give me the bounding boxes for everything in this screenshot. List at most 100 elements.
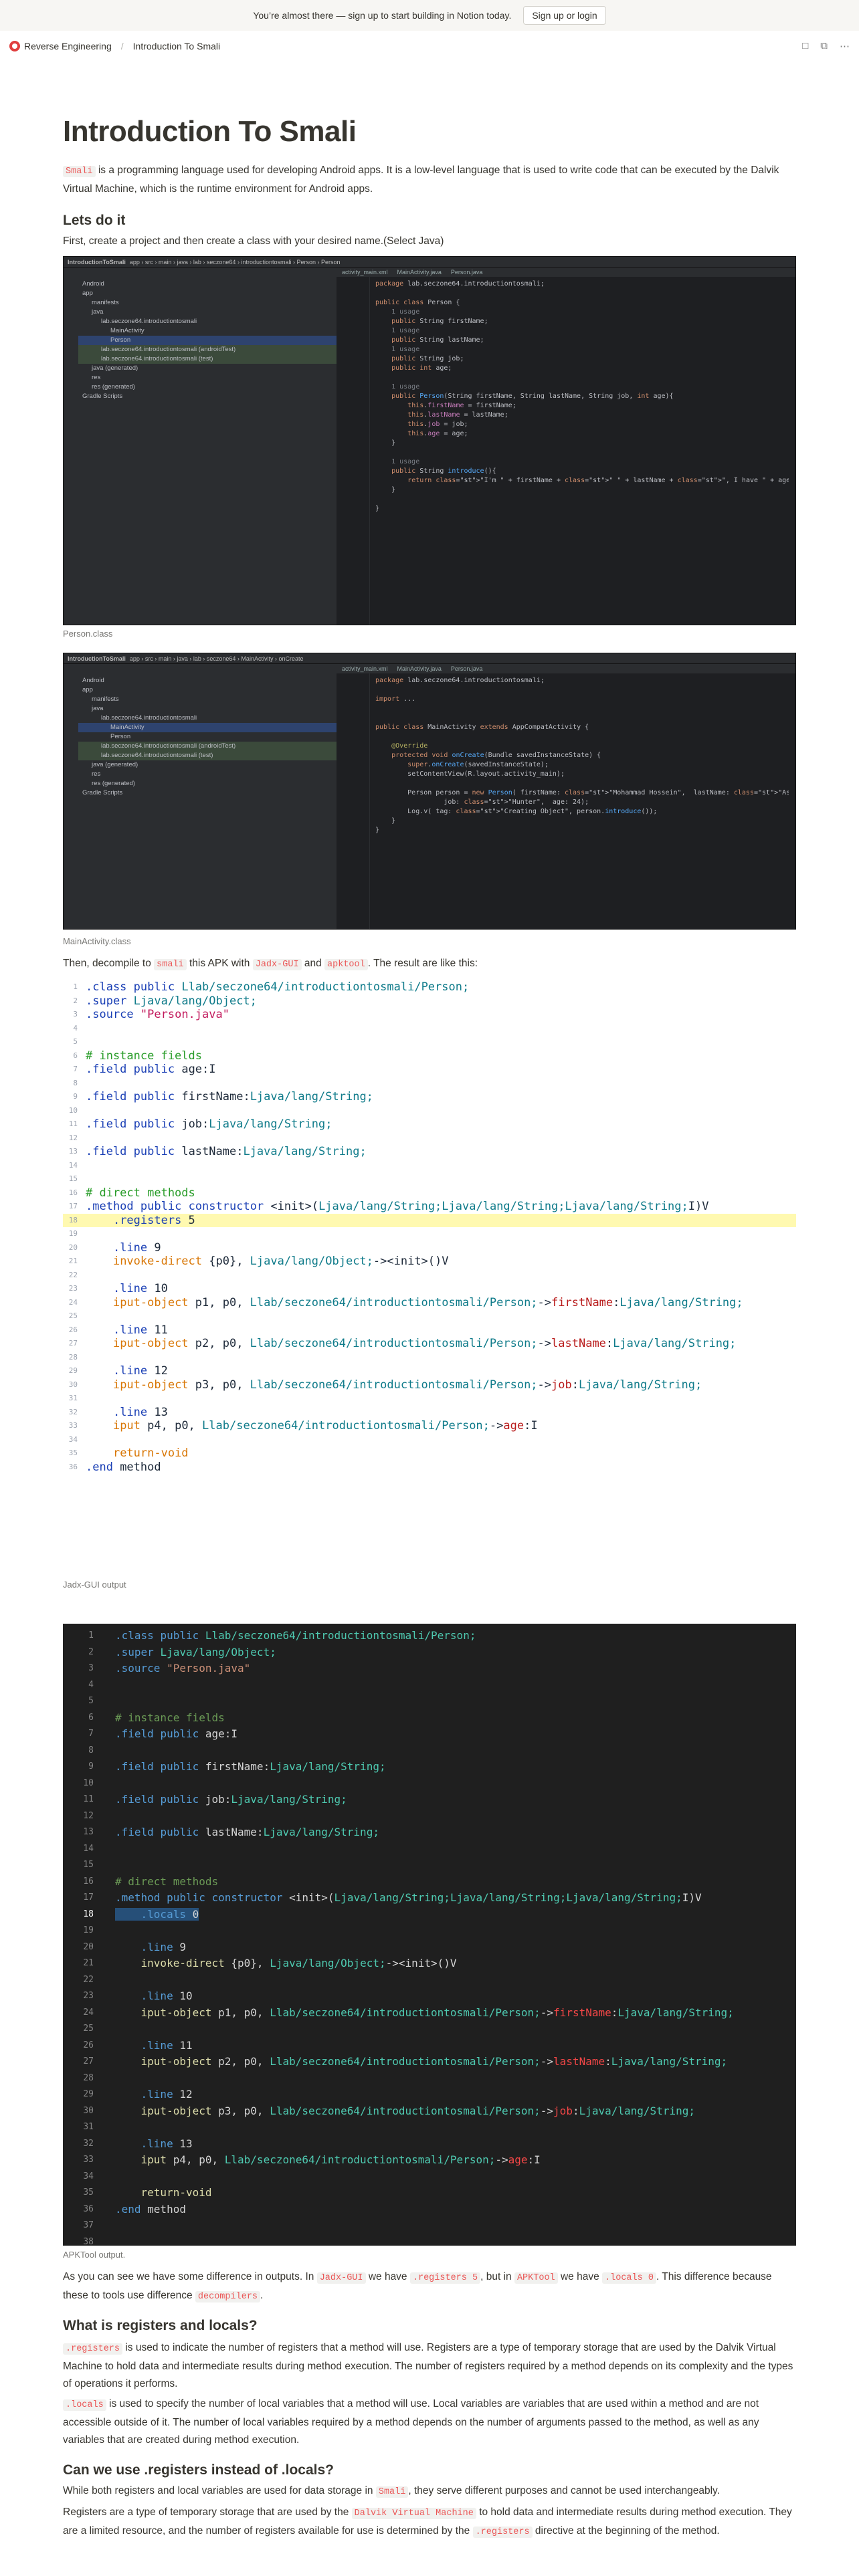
ide-code-line xyxy=(375,704,789,714)
ide-tree-item[interactable]: app xyxy=(78,289,337,298)
ide-tab[interactable]: activity_main.xml xyxy=(342,269,388,276)
inline-code: .registers xyxy=(472,2527,533,2538)
ide-tree-item[interactable]: java (generated) xyxy=(78,364,337,373)
ide-tree-item[interactable]: java xyxy=(78,308,337,317)
code-line: 23 .line 10 xyxy=(83,1990,193,2002)
ide-code-line: } xyxy=(375,439,396,447)
breadcrumb-workspace[interactable]: Reverse Engineering xyxy=(24,41,112,51)
ide-path-segment[interactable]: › lab xyxy=(188,655,201,662)
code-line: 7 .field public age:I xyxy=(73,1063,216,1076)
section-heading: What is registers and locals? xyxy=(63,2318,258,2333)
ide-path: app › src › main › java › lab › seczone6… xyxy=(130,655,304,662)
breadcrumb-page[interactable]: Introduction To Smali xyxy=(133,41,220,51)
ide-code-line: } xyxy=(375,817,396,825)
ide-path-segment[interactable]: › Person xyxy=(316,259,341,265)
ide-tree-item[interactable]: Gradle Scripts xyxy=(78,788,337,798)
ide-path-segment[interactable]: › java xyxy=(171,259,188,265)
ide-tree-item[interactable]: lab.seczone64.introductiontosmali (test) xyxy=(78,751,337,760)
ide-code-line: 1 usage xyxy=(375,458,420,465)
comments-icon[interactable]: □ xyxy=(802,40,808,52)
ide-code-line: public String introduce(){ xyxy=(391,467,496,475)
breadcrumb-separator: / xyxy=(120,41,124,51)
ide-tree-item[interactable]: lab.seczone64.introductiontosmali (andro… xyxy=(78,742,337,751)
code-line: 16 # direct methods xyxy=(68,1186,195,1200)
ide-tab[interactable]: Person.java xyxy=(451,665,483,672)
code-line: 8 xyxy=(73,1078,78,1087)
ide-project-title: IntroductionToSmali xyxy=(68,655,126,662)
ide-tree-item[interactable]: lab.seczone64.introductiontosmali (test) xyxy=(78,354,337,364)
code-line: 37 xyxy=(83,2220,94,2230)
ide-tree-item[interactable]: Android xyxy=(78,676,337,685)
caption: Jadx-GUI output xyxy=(63,1580,126,1590)
ide-tree-item[interactable]: lab.seczone64.introductiontosmali (andro… xyxy=(78,345,337,354)
ide-tab[interactable]: Person.java xyxy=(451,269,483,276)
code-line: 25 xyxy=(83,2024,94,2034)
ide-code: package lab.seczone64.introductiontosmal… xyxy=(375,277,789,625)
ide-tab[interactable]: MainActivity.java xyxy=(397,665,442,672)
ide-code-line: 1 usage xyxy=(375,383,420,391)
ide-path-segment[interactable]: › src xyxy=(140,655,153,662)
code-line: 32 .line 13 xyxy=(83,2137,193,2150)
code-line: 27 iput-object p2, p0, Llab/seczone64/in… xyxy=(83,2055,728,2068)
inline-code: apktool xyxy=(324,959,368,970)
signup-login-button[interactable]: Sign up or login xyxy=(523,6,606,25)
ide-path-segment[interactable]: › main xyxy=(153,655,171,662)
code-line: 19 xyxy=(83,1925,94,1935)
ide-tree-item[interactable]: app xyxy=(78,685,337,695)
ide-path-segment[interactable]: app xyxy=(130,655,140,662)
ide-tree-item[interactable]: res (generated) xyxy=(78,779,337,788)
duplicate-icon[interactable]: ⧉ xyxy=(820,40,828,52)
ide-tree-item[interactable]: Gradle Scripts xyxy=(78,392,337,401)
ide-tabs: activity_main.xml MainActivity.java Person… xyxy=(337,664,795,673)
ide-path-segment[interactable]: › src xyxy=(140,259,153,265)
code-line: 3 .source "Person.java" xyxy=(73,1008,229,1021)
ide-tree-item[interactable]: res xyxy=(78,373,337,383)
ide-tree-item[interactable]: MainActivity xyxy=(78,723,337,732)
ide-path-segment[interactable]: › onCreate xyxy=(273,655,304,662)
ide-tree-item[interactable]: res (generated) xyxy=(78,383,337,392)
ide-tree-item[interactable]: Person xyxy=(78,336,337,345)
ide-tree-item[interactable]: res xyxy=(78,770,337,779)
page-header: Introduction To Smali xyxy=(63,115,796,148)
code-line: 13 .field public lastName:Ljava/lang/Stri… xyxy=(83,1826,379,1838)
ide-path-segment[interactable]: › introductiontosmali xyxy=(235,259,292,265)
ide-tree-item[interactable]: java xyxy=(78,704,337,714)
ide-path-segment[interactable]: › Person xyxy=(291,259,316,265)
ide-code-line xyxy=(375,714,789,723)
inline-code: Smali xyxy=(63,166,96,177)
ide-tree-item[interactable]: manifests xyxy=(78,298,337,308)
ide-path-segment[interactable]: app xyxy=(130,259,140,265)
ide-tree-item[interactable]: Person xyxy=(78,732,337,742)
ide-code-line xyxy=(375,289,789,298)
workspace-logo-icon xyxy=(9,41,20,51)
ide-tree-item[interactable]: Android xyxy=(78,280,337,289)
ide-tab[interactable]: activity_main.xml xyxy=(342,665,388,672)
ide-path-segment[interactable]: › seczone64 xyxy=(201,655,235,662)
ide-tree-item[interactable]: lab.seczone64.introductiontosmali xyxy=(78,714,337,723)
ide-path-segment[interactable]: › main xyxy=(153,259,171,265)
ide-path-segment[interactable]: › lab xyxy=(188,259,201,265)
code-line: 18 .locals 0 xyxy=(83,1907,199,1921)
text: As you can see we have some difference i… xyxy=(63,2271,317,2282)
code-line: 17 .method public constructor <init>(Ljav… xyxy=(83,1891,702,1904)
intro-paragraph: Smali is a programming language used for… xyxy=(63,162,796,198)
ide-gutter xyxy=(337,673,370,929)
code-line: 25 xyxy=(68,1311,78,1320)
ide-code-line: setContentView(R.layout.activity_main); xyxy=(375,770,565,778)
ide-tab[interactable]: MainActivity.java xyxy=(397,269,442,276)
ide-path-segment[interactable]: › java xyxy=(171,655,188,662)
ide-code-line: 1 usage xyxy=(375,308,420,316)
code-line: 33 iput p4, p0, Llab/seczone64/introduct… xyxy=(83,2153,541,2166)
ide-tree-item[interactable]: java (generated) xyxy=(78,760,337,770)
code-line: 18 .registers 5 xyxy=(63,1213,796,1227)
ide-code-line: Person person = new Person( firstName: c… xyxy=(375,789,789,796)
more-icon[interactable]: ⋯ xyxy=(840,40,850,52)
code-line: 19 xyxy=(68,1229,78,1238)
ide-tree-item[interactable]: MainActivity xyxy=(78,326,337,336)
ide-tree-item[interactable]: lab.seczone64.introductiontosmali xyxy=(78,317,337,326)
code-line: 5 xyxy=(73,1037,78,1046)
code-line: 29 .line 12 xyxy=(68,1364,168,1378)
ide-path-segment[interactable]: › seczone64 xyxy=(201,259,235,265)
ide-path-segment[interactable]: › MainActivity xyxy=(235,655,274,662)
ide-tree-item[interactable]: manifests xyxy=(78,695,337,704)
